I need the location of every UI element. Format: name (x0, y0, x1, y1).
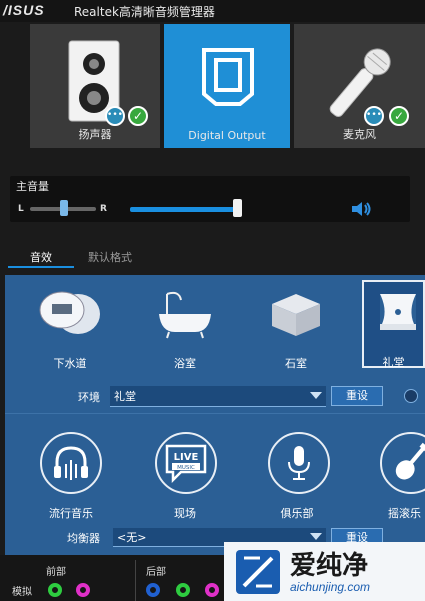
svg-text:LIVE: LIVE (174, 452, 199, 463)
microphone-small-icon (288, 446, 310, 480)
device-label-digital-output: Digital Output (188, 129, 266, 142)
tab-sound-effects[interactable]: 音效 (30, 249, 52, 265)
env-label-bathroom: 浴室 (174, 357, 196, 370)
front-jack-green[interactable] (48, 583, 62, 597)
equalizer-label: 均衡器 (67, 532, 100, 545)
device-label-speaker: 扬声器 (78, 128, 112, 141)
headphones-icon (54, 446, 88, 480)
balance-right-label: R (100, 204, 107, 214)
asus-logo: /ISUS (3, 2, 45, 18)
env-label-sewer: 下水道 (53, 357, 87, 370)
front-jack-pink[interactable] (76, 583, 90, 597)
device-tile-speaker[interactable]: ••• ✓ 扬声器 (30, 24, 160, 148)
rear-jack-pink[interactable] (205, 583, 219, 597)
eq-label-club: 俱乐部 (280, 507, 314, 520)
active-tab-indicator (8, 266, 74, 268)
speech-bubble-icon[interactable]: ••• (364, 106, 384, 126)
front-label: 前部 (46, 567, 66, 578)
rear-label: 后部 (146, 567, 166, 578)
eq-label-rock: 摇滚乐 (388, 507, 421, 520)
microphone-icon (329, 48, 391, 117)
speech-bubble-icon[interactable]: ••• (105, 106, 125, 126)
auditorium-icon (380, 294, 416, 330)
watermark-text: 爱纯净 (290, 551, 369, 581)
environment-reset-button[interactable]: 重设 (331, 386, 383, 406)
app-title: Realtek高清晰音频管理器 (74, 5, 215, 19)
environment-label: 环境 (78, 391, 100, 404)
rear-jack-blue[interactable] (146, 583, 160, 597)
eq-rock-icon[interactable] (380, 432, 425, 494)
environment-select-value: 礼堂 (114, 390, 136, 403)
environment-select[interactable]: 礼堂 (110, 386, 326, 407)
env-label-auditorium: 礼堂 (382, 356, 405, 369)
device-label-microphone: 麦克风 (343, 128, 376, 141)
speaker-volume-icon[interactable] (350, 200, 372, 218)
stone-room-icon[interactable] (266, 290, 326, 340)
env-label-stone-room: 石室 (285, 357, 307, 370)
chevron-down-icon (310, 392, 322, 399)
equalizer-select-value: <无> (117, 531, 147, 544)
analog-label: 模拟 (12, 587, 32, 598)
live-music-icon: LIVE MUSIC (165, 444, 207, 484)
eq-club-icon[interactable] (268, 432, 330, 494)
rear-jack-green[interactable] (176, 583, 190, 597)
balance-left-label: L (18, 204, 24, 214)
eq-pop-icon[interactable] (40, 432, 102, 494)
divider (135, 560, 136, 601)
tab-default-format[interactable]: 默认格式 (88, 249, 132, 265)
device-tile-digital-output[interactable]: Digital Output (164, 24, 290, 148)
watermark-url: aichunjing.com (290, 580, 371, 594)
toggle-icon[interactable] (404, 389, 418, 403)
bathtub-icon[interactable] (155, 290, 215, 340)
sewer-icon[interactable] (38, 290, 102, 338)
main-volume-label: 主音量 (16, 180, 49, 193)
balance-slider[interactable] (60, 200, 68, 216)
guitar-icon (395, 442, 425, 480)
eq-label-live: 现场 (174, 507, 196, 520)
volume-slider[interactable] (233, 199, 242, 217)
watermark-logo-icon (236, 550, 280, 594)
device-tile-microphone[interactable]: ••• ✓ 麦克风 (294, 24, 425, 148)
check-icon: ✓ (128, 106, 148, 126)
eq-live-icon[interactable]: LIVE MUSIC (155, 432, 217, 494)
eq-label-pop: 流行音乐 (49, 507, 93, 520)
chevron-down-icon (310, 533, 322, 540)
volume-track (130, 207, 240, 212)
divider (5, 413, 425, 414)
svg-text:MUSIC: MUSIC (177, 465, 195, 471)
env-item-auditorium-selected[interactable]: 礼堂 (362, 280, 425, 369)
digital-output-icon (202, 48, 254, 106)
check-icon: ✓ (389, 106, 409, 126)
